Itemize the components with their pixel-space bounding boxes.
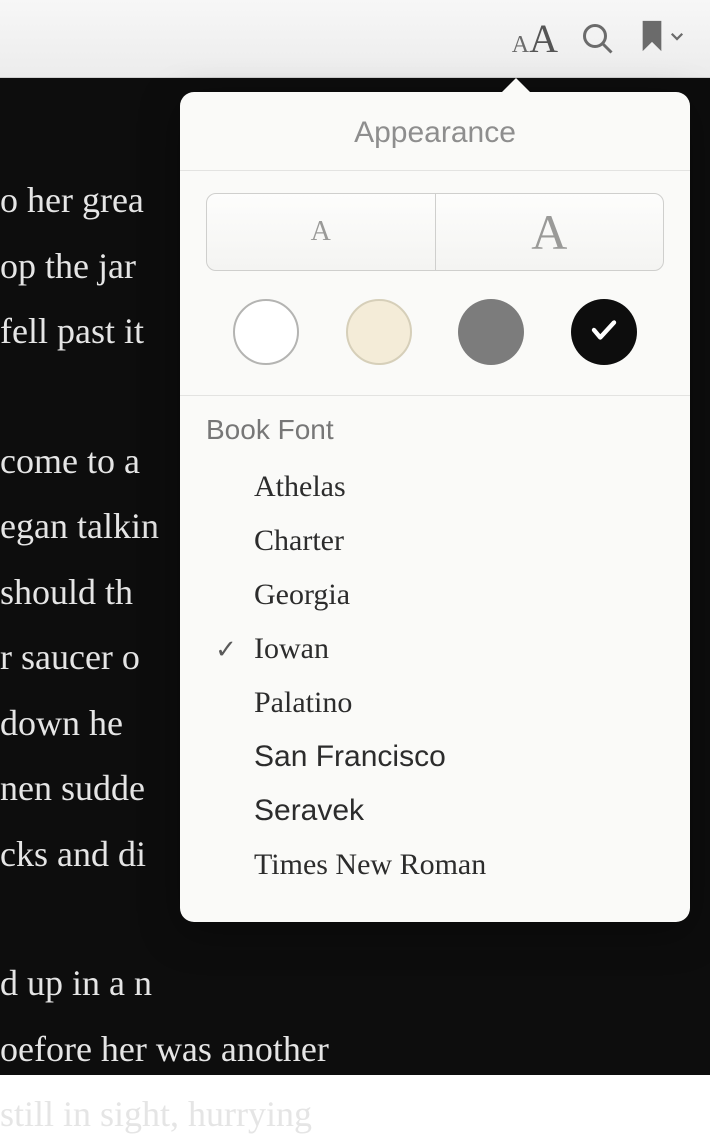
reader-line: d up in a n <box>0 951 710 1017</box>
font-size-small-a-icon: A <box>512 32 529 59</box>
checkmark-icon <box>589 315 619 350</box>
font-check-icon: ✓ <box>206 634 246 665</box>
font-item-times[interactable]: Times New Roman <box>180 838 690 892</box>
font-item-iowan[interactable]: ✓ Iowan <box>180 622 690 676</box>
font-item-charter[interactable]: Charter <box>180 514 690 568</box>
theme-white-swatch[interactable] <box>233 299 299 365</box>
reader-line: still in sight, hurrying <box>0 1082 710 1148</box>
theme-night-swatch[interactable] <box>571 299 637 365</box>
font-section-label: Book Font <box>180 414 690 446</box>
appearance-popover: Appearance A A Book Font Athelas <box>180 92 690 922</box>
font-name: Iowan <box>246 632 329 666</box>
font-item-sanfrancisco[interactable]: San Francisco <box>180 730 690 784</box>
theme-gray-swatch[interactable] <box>458 299 524 365</box>
divider <box>180 170 690 171</box>
reader-line: oefore her was another <box>0 1017 710 1083</box>
appearance-button[interactable]: AA <box>512 15 558 62</box>
chevron-down-icon <box>668 27 686 50</box>
font-size-controls: A A <box>206 193 664 271</box>
popover-arrow <box>500 78 532 94</box>
bookmark-button[interactable] <box>638 18 686 59</box>
font-list: Athelas Charter Georgia ✓ Iowan Palatino… <box>180 460 690 892</box>
font-name: Times New Roman <box>246 848 486 882</box>
reader-paragraph: d up in a n oefore her was another still… <box>0 951 710 1148</box>
font-section: Book Font Athelas Charter Georgia ✓ Iowa… <box>180 396 690 922</box>
increase-font-size-button[interactable]: A <box>436 194 664 270</box>
font-item-palatino[interactable]: Palatino <box>180 676 690 730</box>
font-size-large-a-icon: A <box>529 15 558 62</box>
decrease-font-size-button[interactable]: A <box>207 194 436 270</box>
toolbar: AA <box>0 0 710 78</box>
theme-swatches <box>180 271 690 395</box>
font-name: Seravek <box>246 794 364 828</box>
search-icon <box>580 21 616 57</box>
font-name: Palatino <box>246 686 352 720</box>
font-name: Georgia <box>246 578 350 612</box>
font-item-georgia[interactable]: Georgia <box>180 568 690 622</box>
theme-sepia-swatch[interactable] <box>346 299 412 365</box>
font-item-athelas[interactable]: Athelas <box>180 460 690 514</box>
font-name: Charter <box>246 524 344 558</box>
font-name: San Francisco <box>246 740 446 774</box>
search-button[interactable] <box>580 21 616 57</box>
font-item-seravek[interactable]: Seravek <box>180 784 690 838</box>
popover-title: Appearance <box>180 92 690 170</box>
font-name: Athelas <box>246 470 346 504</box>
bookmark-icon <box>638 18 666 59</box>
